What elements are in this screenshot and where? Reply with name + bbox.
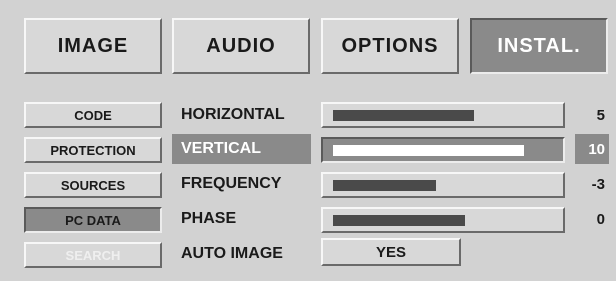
phase-slider-fill xyxy=(333,215,465,226)
tab-image[interactable]: IMAGE xyxy=(24,18,162,74)
sidebar-item-protection[interactable]: PROTECTION xyxy=(24,137,162,163)
phase-slider[interactable] xyxy=(321,207,565,233)
frequency-slider[interactable] xyxy=(321,172,565,198)
horizontal-label[interactable]: HORIZONTAL xyxy=(172,100,311,130)
tab-audio[interactable]: AUDIO xyxy=(172,18,310,74)
vertical-label[interactable]: VERTICAL xyxy=(172,134,311,164)
phase-value: 0 xyxy=(596,210,605,228)
frequency-value: -3 xyxy=(591,175,605,193)
vertical-slider-fill xyxy=(333,145,524,156)
tab-options[interactable]: OPTIONS xyxy=(321,18,459,74)
auto-image-label[interactable]: AUTO IMAGE xyxy=(172,239,311,269)
tab-instal[interactable]: INSTAL. xyxy=(470,18,608,74)
auto-image-yes-button[interactable]: YES xyxy=(321,238,461,266)
frequency-label[interactable]: FREQUENCY xyxy=(172,169,311,199)
sidebar-item-search[interactable]: SEARCH xyxy=(24,242,162,268)
settings-panel: IMAGE AUDIO OPTIONS INSTAL. CODE PROTECT… xyxy=(0,0,616,281)
horizontal-value: 5 xyxy=(596,106,605,124)
vertical-slider[interactable] xyxy=(321,137,565,163)
vertical-value: 10 xyxy=(575,134,609,164)
sidebar-item-pc-data[interactable]: PC DATA xyxy=(24,207,162,233)
horizontal-slider[interactable] xyxy=(321,102,565,128)
frequency-slider-fill xyxy=(333,180,436,191)
horizontal-slider-fill xyxy=(333,110,474,121)
sidebar-item-code[interactable]: CODE xyxy=(24,102,162,128)
phase-label[interactable]: PHASE xyxy=(172,204,311,234)
sidebar-item-sources[interactable]: SOURCES xyxy=(24,172,162,198)
